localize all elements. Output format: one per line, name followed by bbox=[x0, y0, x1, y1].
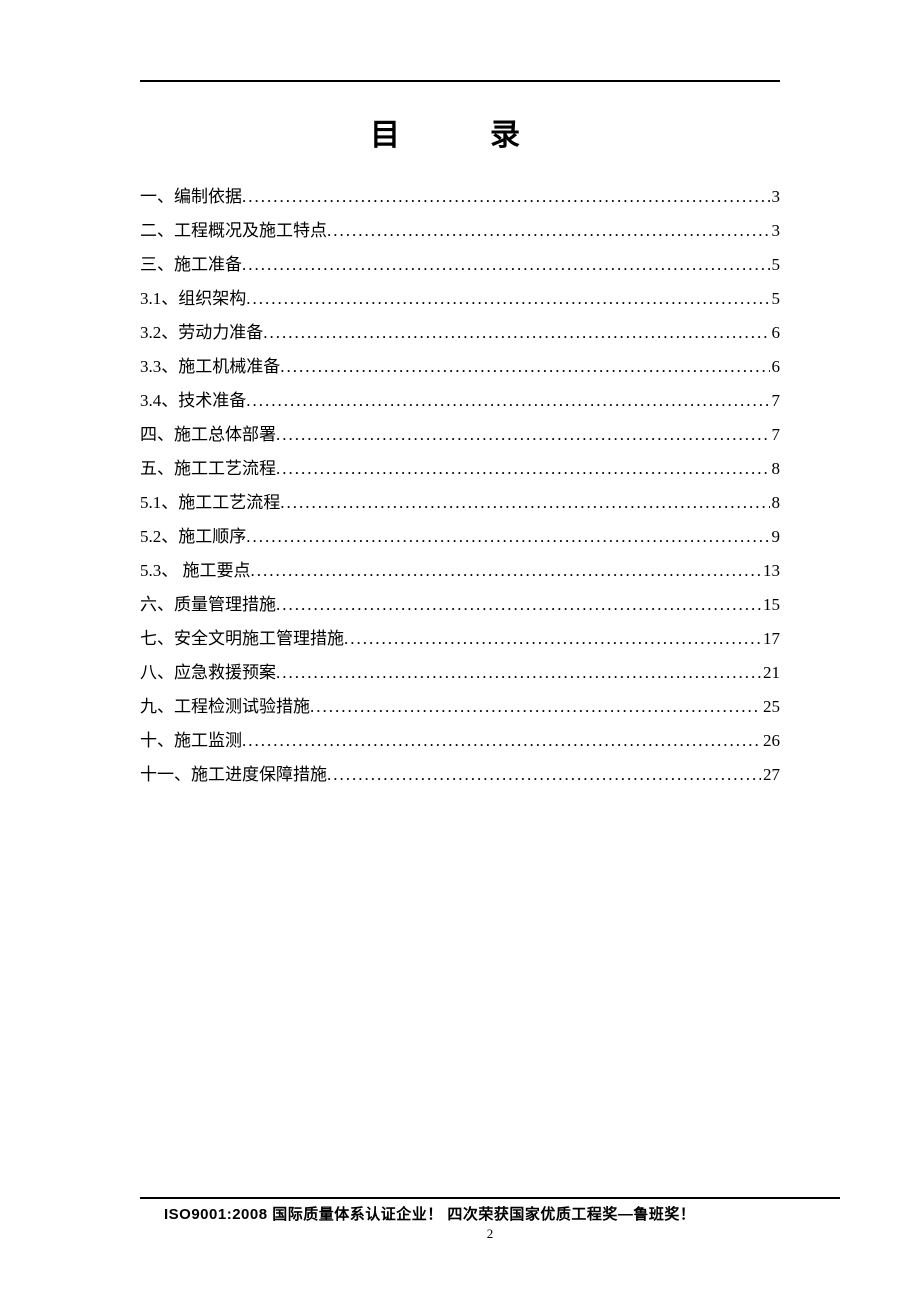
toc-entry: 5.3、 施工要点 ..............................… bbox=[140, 554, 780, 588]
toc-entry: 3.2、劳动力准备 ..............................… bbox=[140, 316, 780, 350]
toc-entry: 六、质量管理措施 ...............................… bbox=[140, 588, 780, 622]
toc-leader-dots: ........................................… bbox=[242, 248, 770, 282]
toc-leader-dots: ........................................… bbox=[276, 588, 761, 622]
toc-leader-dots: ........................................… bbox=[246, 384, 769, 418]
toc-entry: 三、施工准备 .................................… bbox=[140, 248, 780, 282]
toc-entry-page: 25 bbox=[761, 690, 780, 724]
toc-entry-page: 5 bbox=[770, 248, 781, 282]
bottom-horizontal-rule bbox=[140, 1197, 840, 1199]
toc-entry-label: 五、施工工艺流程 bbox=[140, 452, 276, 486]
toc-entry: 3.3、施工机械准备 .............................… bbox=[140, 350, 780, 384]
toc-leader-dots: ........................................… bbox=[246, 282, 769, 316]
table-of-contents: 一、编制依据 .................................… bbox=[140, 180, 780, 792]
toc-leader-dots: ........................................… bbox=[327, 214, 770, 248]
toc-entry-label: 四、施工总体部署 bbox=[140, 418, 276, 452]
toc-entry-label: 十、施工监测 bbox=[140, 724, 242, 758]
toc-entry-label: 5.2、施工顺序 bbox=[140, 520, 246, 554]
toc-entry-label: 九、工程检测试验措施 bbox=[140, 690, 310, 724]
toc-entry: 十一、施工进度保障措施 ............................… bbox=[140, 758, 780, 792]
toc-leader-dots: ........................................… bbox=[276, 656, 761, 690]
toc-entry: 3.4、技术准备 ...............................… bbox=[140, 384, 780, 418]
toc-entry-page: 7 bbox=[770, 384, 781, 418]
toc-entry: 一、编制依据 .................................… bbox=[140, 180, 780, 214]
toc-leader-dots: ........................................… bbox=[251, 554, 762, 588]
toc-leader-dots: ........................................… bbox=[280, 350, 769, 384]
toc-entry-page: 15 bbox=[761, 588, 780, 622]
toc-entry-page: 5 bbox=[770, 282, 781, 316]
toc-leader-dots: ........................................… bbox=[327, 758, 761, 792]
toc-entry-label: 3.2、劳动力准备 bbox=[140, 316, 263, 350]
toc-leader-dots: ........................................… bbox=[242, 180, 770, 214]
toc-entry: 九、工程检测试验措施 .............................… bbox=[140, 690, 780, 724]
toc-entry-label: 5.3、 施工要点 bbox=[140, 554, 251, 588]
toc-leader-dots: ........................................… bbox=[276, 452, 770, 486]
toc-entry: 四、施工总体部署 ...............................… bbox=[140, 418, 780, 452]
toc-leader-dots: ........................................… bbox=[344, 622, 761, 656]
toc-entry: 七、安全文明施工管理措施 ...........................… bbox=[140, 622, 780, 656]
toc-entry-label: 八、应急救援预案 bbox=[140, 656, 276, 690]
toc-entry-label: 二、工程概况及施工特点 bbox=[140, 214, 327, 248]
toc-entry: 二、工程概况及施工特点 ............................… bbox=[140, 214, 780, 248]
toc-leader-dots: ........................................… bbox=[246, 520, 769, 554]
page-footer: ISO9001:2008 国际质量体系认证企业！ 四次荣获国家优质工程奖—鲁班奖… bbox=[140, 1197, 840, 1242]
toc-entry: 5.2、施工顺序 ...............................… bbox=[140, 520, 780, 554]
toc-leader-dots: ........................................… bbox=[276, 418, 770, 452]
footer-text: ISO9001:2008 国际质量体系认证企业！ 四次荣获国家优质工程奖—鲁班奖… bbox=[140, 1203, 840, 1224]
toc-entry-page: 8 bbox=[770, 452, 781, 486]
page-number: 2 bbox=[140, 1226, 840, 1242]
toc-entry-label: 十一、施工进度保障措施 bbox=[140, 758, 327, 792]
document-page: 目 录 一、编制依据 .............................… bbox=[0, 0, 920, 1302]
toc-entry-label: 3.1、组织架构 bbox=[140, 282, 246, 316]
toc-entry-page: 17 bbox=[761, 622, 780, 656]
toc-entry-page: 9 bbox=[770, 520, 781, 554]
toc-entry-label: 七、安全文明施工管理措施 bbox=[140, 622, 344, 656]
toc-entry-page: 6 bbox=[770, 350, 781, 384]
toc-entry-page: 26 bbox=[761, 724, 780, 758]
toc-entry: 十、施工监测 .................................… bbox=[140, 724, 780, 758]
toc-entry: 八、应急救援预案 ...............................… bbox=[140, 656, 780, 690]
toc-leader-dots: ........................................… bbox=[280, 486, 769, 520]
toc-entry-page: 8 bbox=[770, 486, 781, 520]
toc-entry-page: 27 bbox=[761, 758, 780, 792]
top-horizontal-rule bbox=[140, 80, 780, 82]
toc-entry-page: 3 bbox=[770, 180, 781, 214]
toc-entry: 3.1、组织架构 ...............................… bbox=[140, 282, 780, 316]
toc-entry-page: 13 bbox=[761, 554, 780, 588]
toc-entry-label: 3.4、技术准备 bbox=[140, 384, 246, 418]
toc-entry: 五、施工工艺流程 ...............................… bbox=[140, 452, 780, 486]
toc-entry-label: 六、质量管理措施 bbox=[140, 588, 276, 622]
toc-entry-label: 三、施工准备 bbox=[140, 248, 242, 282]
toc-leader-dots: ........................................… bbox=[310, 690, 761, 724]
toc-entry-page: 21 bbox=[761, 656, 780, 690]
toc-entry-label: 5.1、施工工艺流程 bbox=[140, 486, 280, 520]
toc-entry-label: 一、编制依据 bbox=[140, 180, 242, 214]
toc-entry-page: 3 bbox=[770, 214, 781, 248]
toc-title: 目 录 bbox=[140, 110, 780, 154]
toc-entry-page: 7 bbox=[770, 418, 781, 452]
toc-leader-dots: ........................................… bbox=[242, 724, 761, 758]
toc-leader-dots: ........................................… bbox=[263, 316, 769, 350]
toc-entry-label: 3.3、施工机械准备 bbox=[140, 350, 280, 384]
toc-entry-page: 6 bbox=[770, 316, 781, 350]
toc-entry: 5.1、施工工艺流程 .............................… bbox=[140, 486, 780, 520]
